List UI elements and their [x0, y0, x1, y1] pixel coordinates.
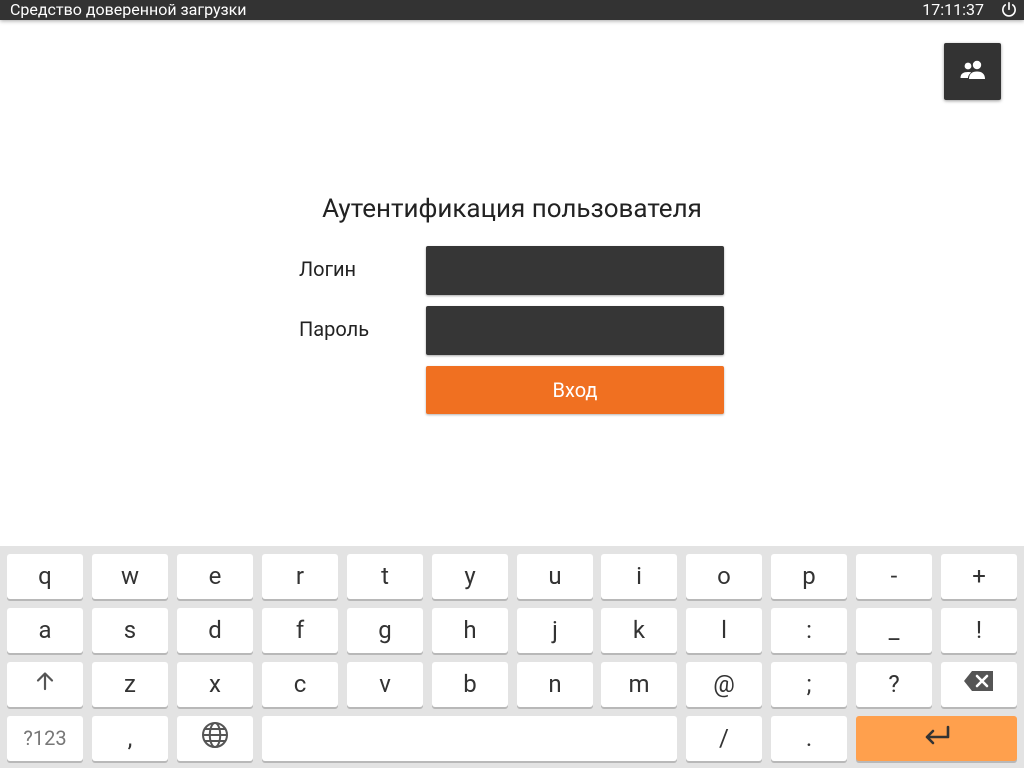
on-screen-keyboard: q w e r t y u i o p - + a s d f g h j k …	[0, 546, 1024, 768]
key-m[interactable]: m	[601, 662, 677, 707]
key-a[interactable]: a	[7, 608, 83, 653]
switch-user-button[interactable]	[944, 43, 1001, 100]
backspace-key[interactable]	[941, 662, 1017, 707]
key-s[interactable]: s	[92, 608, 168, 653]
key-b[interactable]: b	[432, 662, 508, 707]
key-colon[interactable]: :	[771, 608, 847, 653]
key-r[interactable]: r	[262, 554, 338, 599]
key-question[interactable]: ?	[856, 662, 932, 707]
key-underscore[interactable]: _	[856, 608, 932, 653]
key-semicolon[interactable]: ;	[771, 662, 847, 707]
key-slash[interactable]: /	[686, 716, 762, 761]
key-p[interactable]: p	[771, 554, 847, 599]
password-label: Пароль	[299, 317, 370, 341]
key-d[interactable]: d	[177, 608, 253, 653]
key-w[interactable]: w	[92, 554, 168, 599]
key-comma[interactable]: ,	[92, 716, 168, 761]
login-label: Логин	[299, 257, 357, 281]
key-e[interactable]: e	[177, 554, 253, 599]
key-j[interactable]: j	[517, 608, 593, 653]
app-title: Средство доверенной загрузки	[10, 0, 247, 19]
key-l[interactable]: l	[686, 608, 762, 653]
key-g[interactable]: g	[347, 608, 423, 653]
space-key[interactable]	[262, 716, 677, 761]
key-k[interactable]: k	[601, 608, 677, 653]
key-f[interactable]: f	[262, 608, 338, 653]
globe-icon	[201, 721, 229, 755]
key-v[interactable]: v	[347, 662, 423, 707]
key-h[interactable]: h	[432, 608, 508, 653]
key-i[interactable]: i	[601, 554, 677, 599]
power-icon[interactable]	[998, 0, 1020, 20]
key-q[interactable]: q	[7, 554, 83, 599]
key-exclamation[interactable]: !	[941, 608, 1017, 653]
key-y[interactable]: y	[432, 554, 508, 599]
key-c[interactable]: c	[262, 662, 338, 707]
backspace-icon	[963, 670, 995, 698]
language-key[interactable]	[177, 716, 253, 761]
key-o[interactable]: o	[686, 554, 762, 599]
key-x[interactable]: x	[177, 662, 253, 707]
key-z[interactable]: z	[92, 662, 168, 707]
status-bar: Средство доверенной загрузки 17:11:37	[0, 0, 1024, 20]
login-field[interactable]	[426, 246, 724, 295]
clock: 17:11:37	[922, 0, 984, 19]
login-button[interactable]: Вход	[426, 366, 724, 414]
enter-key[interactable]	[856, 716, 1017, 761]
password-field[interactable]	[426, 306, 724, 355]
key-u[interactable]: u	[517, 554, 593, 599]
key-n[interactable]: n	[517, 662, 593, 707]
shift-key[interactable]	[7, 662, 83, 707]
key-at[interactable]: @	[686, 662, 762, 707]
key-minus[interactable]: -	[856, 554, 932, 599]
enter-icon	[922, 724, 952, 752]
shift-arrow-icon	[33, 669, 57, 699]
page-title: Аутентификация пользователя	[322, 194, 702, 224]
users-icon	[959, 59, 987, 85]
key-period[interactable]: .	[771, 716, 847, 761]
key-plus[interactable]: +	[941, 554, 1017, 599]
key-t[interactable]: t	[347, 554, 423, 599]
numbers-key[interactable]: ?123	[7, 716, 83, 761]
